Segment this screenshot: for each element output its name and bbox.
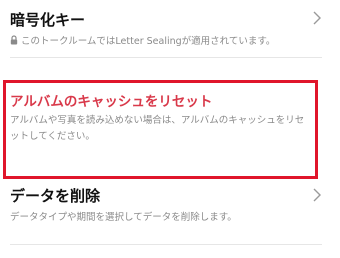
- chevron-right-icon: [313, 188, 321, 202]
- reset-album-cache-title: アルバムのキャッシュをリセット: [10, 94, 213, 110]
- reset-album-cache-description: アルバムや写真を読み込めない場合は、アルバムのキャッシュをリセットしてください。: [10, 115, 305, 142]
- lock-icon: [10, 35, 18, 45]
- divider: [10, 57, 322, 58]
- divider: [10, 244, 322, 245]
- encryption-key-row[interactable]: 暗号化キー このトークルームではLetter Sealingが適用されています。: [0, 0, 340, 58]
- delete-data-title: データを削除: [10, 187, 101, 205]
- chevron-right-icon: [313, 11, 321, 25]
- delete-data-description: データタイプや期間を選択してデータを削除します。: [10, 212, 237, 223]
- encryption-key-description-wrap: このトークルームではLetter Sealingが適用されています。: [10, 33, 275, 47]
- encryption-key-title: 暗号化キー: [10, 11, 86, 29]
- encryption-key-description: このトークルームではLetter Sealingが適用されています。: [21, 36, 276, 47]
